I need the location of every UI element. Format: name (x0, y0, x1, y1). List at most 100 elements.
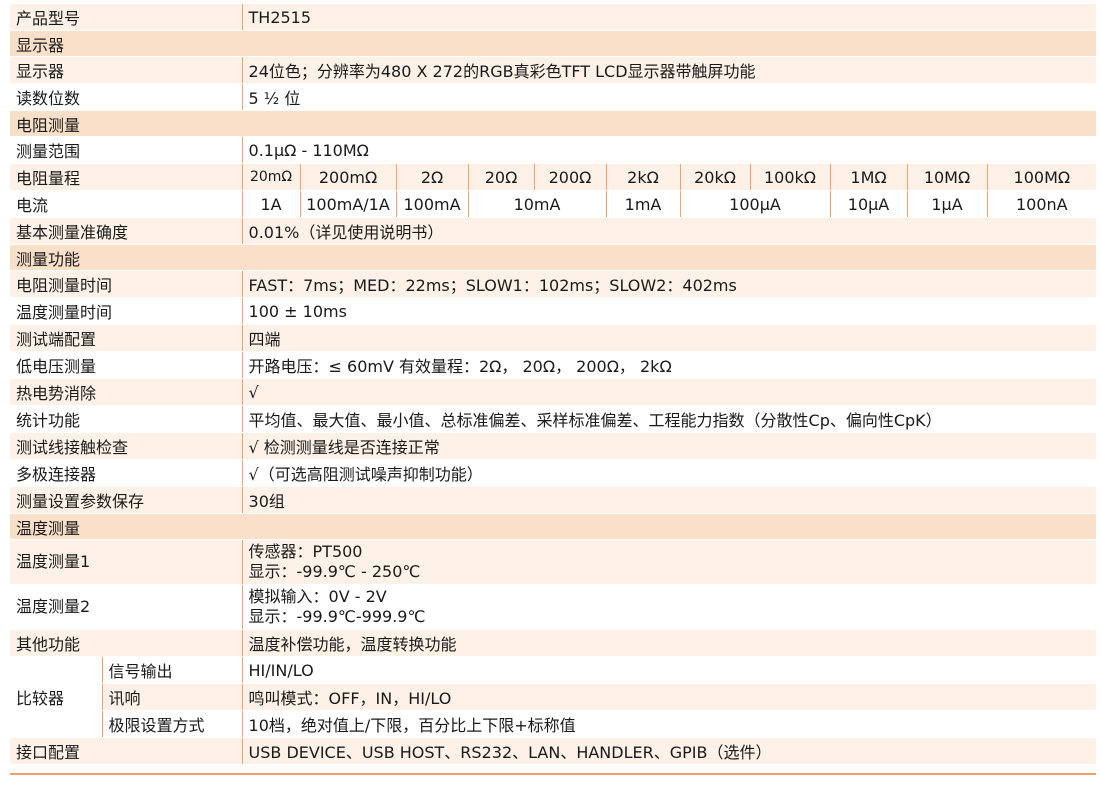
current-cell: 1μA (906, 190, 988, 218)
row-ranges: 电阻量程 20mΩ 200mΩ 2Ω 20Ω 200Ω 2kΩ 20kΩ 100… (10, 163, 1097, 191)
row-limit: 极限设置方式 10档，绝对值上/下限，百分比上下限+标称值 (10, 710, 1097, 738)
row-terminal: 测试端配置 四端 (10, 324, 1097, 352)
digits-value: 5 ½ 位 (241, 83, 1097, 111)
beep-value: 鸣叫模式：OFF，IN，HI/LO (241, 683, 1097, 711)
current-cell: 100nA (986, 190, 1097, 218)
thermal-value: √ (241, 378, 1097, 406)
interface-value: USB DEVICE、USB HOST、RS232、LAN、HANDLER、GP… (241, 737, 1097, 765)
temp2-line1: 模拟输入：0V - 2V (248, 587, 387, 606)
temp1-line1: 传感器：PT500 (248, 542, 363, 561)
current-cell: 1mA (605, 190, 681, 218)
current-label: 电流 (10, 190, 243, 218)
row-temp2: 温度测量2 模拟输入：0V - 2V 显示：-99.9℃-999.9℃ (10, 584, 1097, 630)
row-other: 其他功能 温度补偿功能，温度转换功能 (10, 629, 1097, 657)
beep-label: 讯响 (101, 683, 243, 711)
row-thermal: 热电势消除 √ (10, 378, 1097, 406)
section-temp-title: 温度测量 (10, 513, 1097, 540)
section-resistance: 电阻测量 (10, 110, 1097, 137)
multi-value: √（可选高阻测试噪声抑制功能） (241, 459, 1097, 487)
row-digits: 读数位数 5 ½ 位 (10, 83, 1097, 111)
row-interface: 接口配置 USB DEVICE、USB HOST、RS232、LAN、HANDL… (10, 737, 1097, 765)
current-cell: 1A (241, 190, 301, 218)
row-save: 测量设置参数保存 30组 (10, 486, 1097, 514)
accuracy-value: 0.01%（详见使用说明书） (241, 217, 1097, 245)
section-functions-title: 测量功能 (10, 244, 1097, 271)
temp2-line2: 显示：-99.9℃-999.9℃ (248, 607, 426, 626)
row-beep: 讯响 鸣叫模式：OFF，IN，HI/LO (10, 683, 1097, 711)
model-value: TH2515 (241, 4, 1097, 31)
range-cell: 1MΩ (829, 163, 908, 191)
terminal-label: 测试端配置 (10, 324, 243, 352)
save-label: 测量设置参数保存 (10, 486, 243, 514)
display-value: 24位色；分辨率为480 X 272的RGB真彩色TFT LCD显示器带触屏功能 (241, 56, 1097, 84)
temp1-value: 传感器：PT500 显示：-99.9℃ - 250℃ (241, 539, 1097, 585)
range-cell: 100kΩ (749, 163, 831, 191)
range-cell: 200Ω (533, 163, 607, 191)
multi-label: 多极连接器 (10, 459, 243, 487)
range-cell: 200mΩ (299, 163, 397, 191)
model-label: 产品型号 (10, 4, 243, 31)
section-display-title: 显示器 (10, 30, 1097, 57)
row-multi: 多极连接器 √（可选高阻测试噪声抑制功能） (10, 459, 1097, 487)
stats-label: 统计功能 (10, 405, 243, 433)
stats-value: 平均值、最大值、最小值、总标准偏差、采样标准偏差、工程能力指数（分散性Cp、偏向… (241, 405, 1097, 433)
other-value: 温度补偿功能，温度转换功能 (241, 629, 1097, 657)
section-resistance-title: 电阻测量 (10, 110, 1097, 137)
limit-value: 10档，绝对值上/下限，百分比上下限+标称值 (241, 710, 1097, 738)
current-cell: 100μA (679, 190, 831, 218)
lowv-value: 开路电压：≤ 60mV 有效量程：2Ω， 20Ω， 200Ω， 2kΩ (241, 351, 1097, 379)
ttime-value: 100 ± 10ms (241, 297, 1097, 325)
range-cell: 20kΩ (679, 163, 751, 191)
range-label: 测量范围 (10, 136, 243, 164)
accuracy-label: 基本测量准确度 (10, 217, 243, 245)
range-cell: 20mΩ (241, 163, 301, 191)
row-signal: 比较器 信号输出 HI/IN/LO (10, 656, 1097, 738)
spec-table: 产品型号 TH2515 显示器 显示器 24位色；分辨率为480 X 272的R… (10, 4, 1097, 765)
row-lowv: 低电压测量 开路电压：≤ 60mV 有效量程：2Ω， 20Ω， 200Ω， 2k… (10, 351, 1097, 379)
row-ttime: 温度测量时间 100 ± 10ms (10, 297, 1097, 325)
comparator-label: 比较器 (10, 656, 102, 738)
temp2-value: 模拟输入：0V - 2V 显示：-99.9℃-999.9℃ (241, 584, 1097, 630)
row-display: 显示器 24位色；分辨率为480 X 272的RGB真彩色TFT LCD显示器带… (10, 56, 1097, 84)
thermal-label: 热电势消除 (10, 378, 243, 406)
row-range: 测量范围 0.1μΩ - 110MΩ (10, 136, 1097, 164)
range-cell: 2Ω (395, 163, 469, 191)
current-cell: 100mA/1A (299, 190, 397, 218)
ttime-label: 温度测量时间 (10, 297, 243, 325)
section-functions: 测量功能 (10, 244, 1097, 271)
rtime-label: 电阻测量时间 (10, 270, 243, 298)
row-contact: 测试线接触检查 √ 检测测量线是否连接正常 (10, 432, 1097, 460)
limit-label: 极限设置方式 (101, 710, 243, 738)
range-value: 0.1μΩ - 110MΩ (241, 136, 1097, 164)
signal-label: 信号输出 (101, 656, 243, 684)
display-label: 显示器 (10, 56, 243, 84)
row-stats: 统计功能 平均值、最大值、最小值、总标准偏差、采样标准偏差、工程能力指数（分散性… (10, 405, 1097, 433)
temp1-line2: 显示：-99.9℃ - 250℃ (248, 562, 421, 581)
table-bottom-rule (10, 773, 1096, 775)
range-cell: 10MΩ (906, 163, 988, 191)
temp2-label: 温度测量2 (10, 584, 243, 630)
other-label: 其他功能 (10, 629, 243, 657)
signal-value: HI/IN/LO (241, 656, 1097, 684)
digits-label: 读数位数 (10, 83, 243, 111)
lowv-label: 低电压测量 (10, 351, 243, 379)
current-cell: 100mA (395, 190, 469, 218)
terminal-value: 四端 (241, 324, 1097, 352)
contact-value: √ 检测测量线是否连接正常 (241, 432, 1097, 460)
temp1-label: 温度测量1 (10, 539, 243, 585)
range-cell: 100MΩ (986, 163, 1097, 191)
save-value: 30组 (241, 486, 1097, 514)
rtime-value: FAST：7ms；MED：22ms；SLOW1：102ms；SLOW2：402m… (241, 270, 1097, 298)
section-display: 显示器 (10, 30, 1097, 57)
ranges-label: 电阻量程 (10, 163, 243, 191)
contact-label: 测试线接触检查 (10, 432, 243, 460)
row-current: 电流 1A 100mA/1A 100mA 10mA 1mA 100μA 10μA… (10, 190, 1097, 218)
section-temp: 温度测量 (10, 513, 1097, 540)
row-accuracy: 基本测量准确度 0.01%（详见使用说明书） (10, 217, 1097, 245)
range-cell: 20Ω (467, 163, 535, 191)
interface-label: 接口配置 (10, 737, 243, 765)
row-rtime: 电阻测量时间 FAST：7ms；MED：22ms；SLOW1：102ms；SLO… (10, 270, 1097, 298)
range-cell: 2kΩ (605, 163, 681, 191)
row-model: 产品型号 TH2515 (10, 4, 1097, 31)
current-cell: 10μA (829, 190, 908, 218)
